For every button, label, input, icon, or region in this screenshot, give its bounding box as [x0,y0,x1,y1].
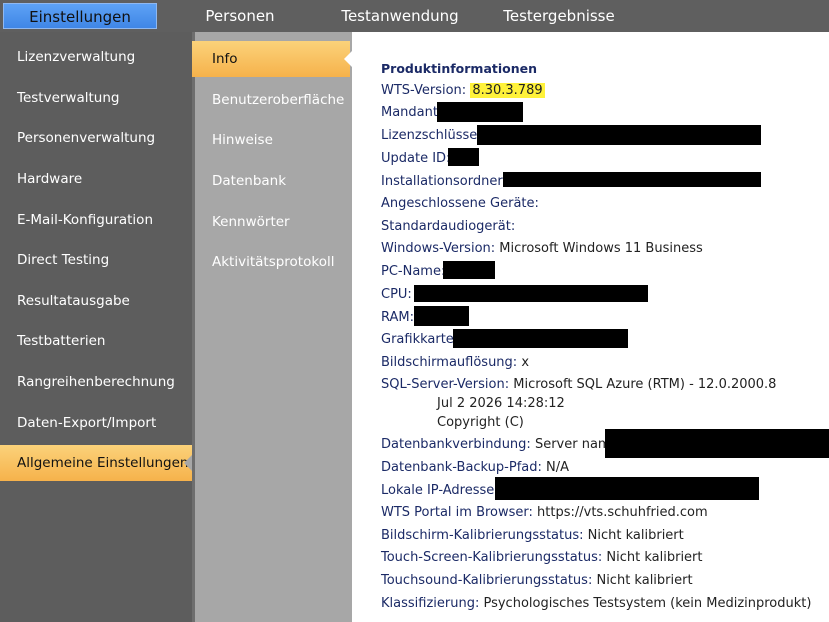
windows-value: Microsoft Windows 11 Business [499,241,703,256]
wts-version-label: WTS-Version: [381,83,467,98]
grafik-label: Grafikkarte: [381,332,459,347]
ram-label: RAM: [381,310,414,325]
sub-nav: Info Benutzeroberfläche Hinweise Datenba… [192,32,352,622]
left-nav: Lizenzverwaltung Testverwaltung Personen… [0,32,192,622]
backup-label: Datenbank-Backup-Pfad: [381,460,542,475]
klass-label: Klassifizierung: [381,596,480,611]
subnav-hinweise[interactable]: Hinweise [192,122,350,158]
row-touchsound-kal: Touchsound-Kalibrierungsstatus: Nicht ka… [381,573,693,588]
tk-value: Nicht kalibriert [606,550,703,565]
ip-label: Lokale IP-Adresse: [381,483,499,498]
subnav-kennwoerter[interactable]: Kennwörter [192,204,350,240]
bk-value: Nicht kalibriert [587,528,684,543]
tk-label: Touch-Screen-Kalibrierungsstatus: [381,550,603,565]
row-portal: WTS Portal im Browser: https://vts.schuh… [381,505,708,520]
subnav-benutzeroberflaeche[interactable]: Benutzeroberfläche [192,82,350,118]
portal-label: WTS Portal im Browser: [381,505,533,520]
mandant-label: Mandant: [381,105,443,120]
row-bildschirm: Bildschirmauflösung: x [381,355,529,370]
backup-value: N/A [546,460,570,475]
nav-resultatausgabe[interactable]: Resultatausgabe [0,283,192,319]
wts-version-value: 8.30.3.789 [470,83,545,98]
row-windows: Windows-Version: Microsoft Windows 11 Bu… [381,241,703,256]
windows-label: Windows-Version: [381,241,496,256]
redaction-dbverb [605,429,829,458]
sub-nav-divider [192,32,195,622]
row-touchscreen-kal: Touch-Screen-Kalibrierungsstatus: Nicht … [381,550,703,565]
info-panel: Produktinformationen WTS-Version: 8.30.3… [352,32,829,622]
row-cpu: CPU: [381,287,412,302]
row-grafik: Grafikkarte: [381,332,458,347]
nav-testbatterien[interactable]: Testbatterien [0,323,192,359]
row-lizenz: Lizenzschlüssel: [381,128,485,143]
nav-email-konfiguration[interactable]: E-Mail-Konfiguration [0,202,192,238]
redaction-grafik [453,329,628,348]
tab-testanwendung[interactable]: Testanwendung [330,0,470,32]
row-audio: Standardaudiogerät: [381,219,515,234]
redaction-lizenz [477,125,761,145]
row-update-id: Update ID: [381,151,450,166]
tab-einstellungen[interactable]: Einstellungen [3,3,157,29]
nav-direct-testing[interactable]: Direct Testing [0,242,192,278]
redaction-ip [495,477,759,500]
row-klassifizierung: Klassifizierung: Psychologisches Testsys… [381,596,811,611]
tab-personen[interactable]: Personen [190,0,290,32]
row-dbverbindung: Datenbankverbindung: Server name: [381,437,623,452]
dbverb-label: Datenbankverbindung: [381,437,531,452]
nav-personenverwaltung[interactable]: Personenverwaltung [0,120,192,156]
redaction-install [503,172,761,187]
row-wts-version: WTS-Version: 8.30.3.789 [381,83,545,98]
sql-label: SQL-Server-Version: [381,377,510,392]
redaction-cpu [414,285,648,302]
portal-value: https://vts.schuhfried.com [537,505,708,520]
row-sql: SQL-Server-Version: Microsoft SQL Azure … [381,377,776,392]
row-mandant: Mandant: [381,105,442,120]
lizenz-label: Lizenzschlüssel: [381,128,486,143]
nav-daten-export-import[interactable]: Daten-Export/Import [0,405,192,441]
geraete-label: Angeschlossene Geräte: [381,196,539,211]
subnav-datenbank[interactable]: Datenbank [192,163,350,199]
sql-copyright: Copyright (C) [437,415,524,430]
audio-label: Standardaudiogerät: [381,219,516,234]
sql-date: Jul 2 2026 14:28:12 [437,396,565,411]
row-installationsordner: Installationsordner: [381,174,507,189]
install-label: Installationsordner: [381,174,507,189]
ts-value: Nicht kalibriert [596,573,693,588]
redaction-update [448,148,479,166]
redaction-pcname [443,261,495,279]
row-backup: Datenbank-Backup-Pfad: N/A [381,460,569,475]
subnav-aktivitaetsprotokoll[interactable]: Aktivitätsprotokoll [192,244,350,280]
sql-value: Microsoft SQL Azure (RTM) - 12.0.2000.8 [513,377,777,392]
product-info-title: Produktinformationen [381,61,538,76]
row-ram: RAM: [381,310,414,325]
nav-testverwaltung[interactable]: Testverwaltung [0,80,192,116]
bild-value: x [521,355,530,370]
row-geraete: Angeschlossene Geräte: [381,196,539,211]
top-nav: Einstellungen Personen Testanwendung Tes… [0,0,829,32]
klass-value: Psychologisches Testsystem (kein Medizin… [483,596,812,611]
bk-label: Bildschirm-Kalibrierungsstatus: [381,528,584,543]
row-pcname: PC-Name: [381,264,445,279]
pcname-label: PC-Name: [381,264,446,279]
update-id-label: Update ID: [381,151,451,166]
subnav-info[interactable]: Info [192,41,350,77]
tab-testergebnisse[interactable]: Testergebnisse [493,0,625,32]
nav-rangreihenberechnung[interactable]: Rangreihenberechnung [0,364,192,400]
bild-label: Bildschirmauflösung: [381,355,518,370]
ts-label: Touchsound-Kalibrierungsstatus: [381,573,593,588]
nav-lizenzverwaltung[interactable]: Lizenzverwaltung [0,39,192,75]
row-ip: Lokale IP-Adresse: [381,483,499,498]
redaction-mandant [437,102,523,122]
row-bildschirm-kal: Bildschirm-Kalibrierungsstatus: Nicht ka… [381,528,684,543]
nav-hardware[interactable]: Hardware [0,161,192,197]
cpu-label: CPU: [381,287,412,302]
nav-allgemeine-einstellungen[interactable]: Allgemeine Einstellungen [0,445,192,481]
redaction-ram [414,306,469,326]
